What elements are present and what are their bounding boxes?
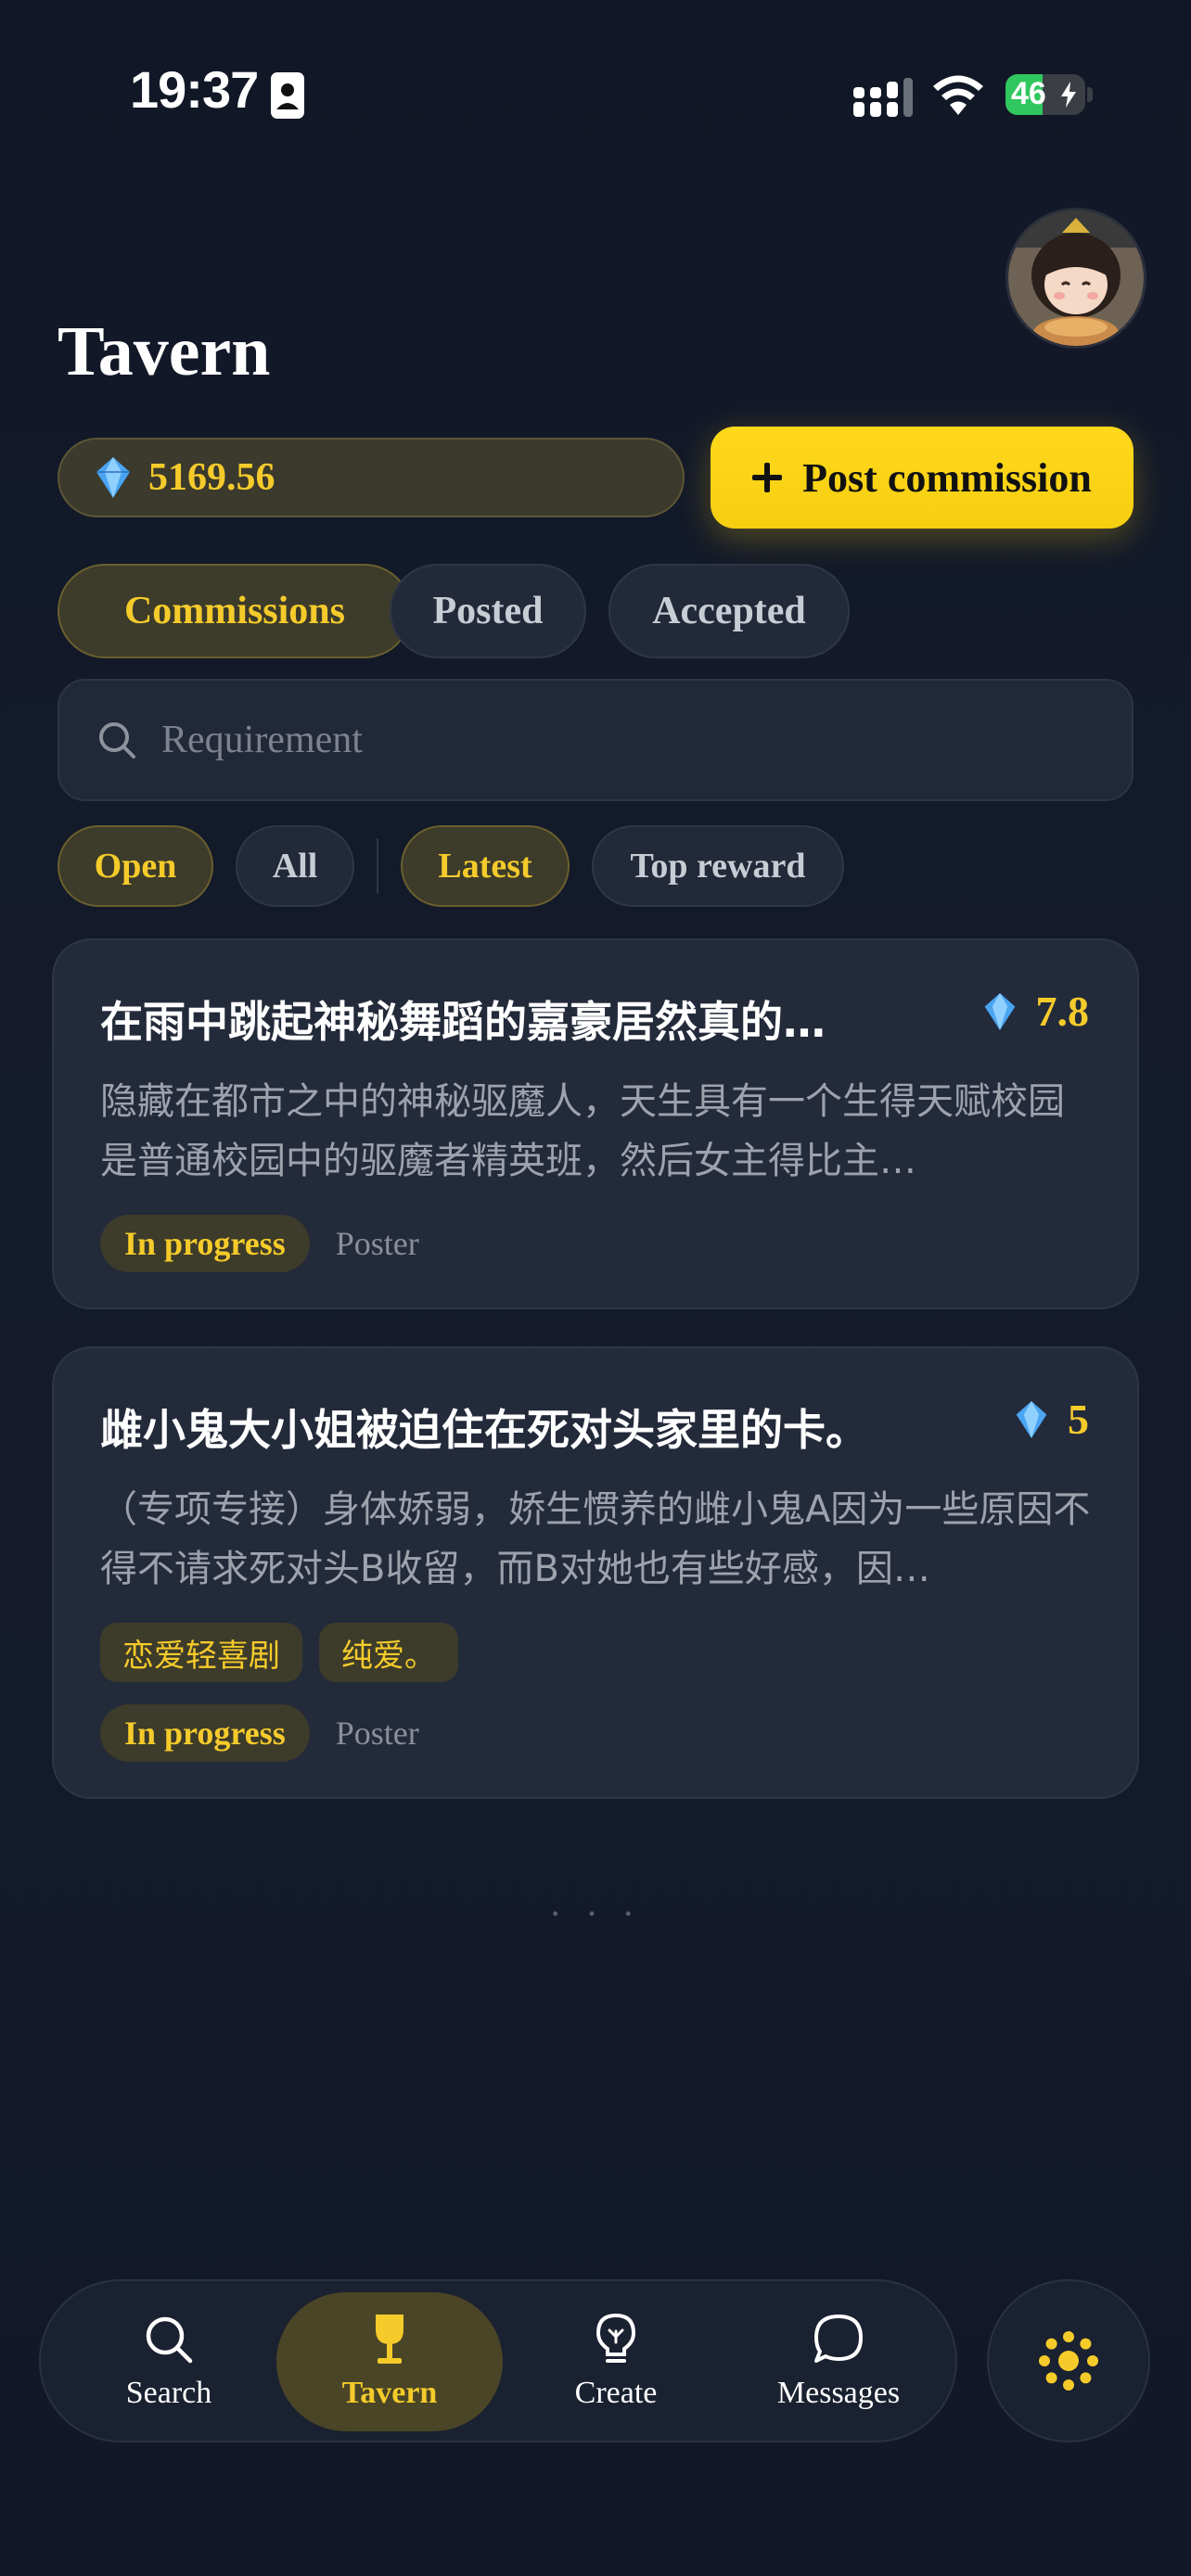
diamond-icon bbox=[96, 457, 130, 498]
load-more-indicator: · · · bbox=[549, 1893, 642, 1934]
nav-create-label: Create bbox=[574, 2376, 658, 2410]
post-commission-button[interactable]: Post commission bbox=[711, 427, 1133, 529]
gem-balance[interactable]: 5169.56 bbox=[58, 438, 685, 517]
charging-bolt-icon bbox=[1061, 82, 1076, 108]
filter-open[interactable]: Open bbox=[58, 825, 213, 907]
battery-indicator: 46 bbox=[1005, 74, 1085, 115]
genre-tag: 恋爱轻喜剧 bbox=[100, 1623, 302, 1682]
bottom-navigation: Search Tavern Create Messages bbox=[39, 2279, 957, 2442]
status-badge: In progress bbox=[100, 1215, 310, 1272]
wifi-icon bbox=[933, 75, 983, 115]
tab-commissions[interactable]: Commissions bbox=[58, 564, 412, 658]
diamond-icon bbox=[984, 992, 1015, 1030]
goblet-icon bbox=[376, 2315, 403, 2364]
battery-cap bbox=[1087, 87, 1093, 102]
reward-value: 7.8 bbox=[1035, 988, 1090, 1035]
commission-reward: 5 bbox=[1016, 1395, 1089, 1444]
poster-label: Poster bbox=[335, 1715, 419, 1752]
tab-posted[interactable]: Posted bbox=[390, 564, 586, 658]
floating-action-button[interactable] bbox=[987, 2279, 1150, 2442]
commission-title: 在雨中跳起神秘舞蹈的嘉豪居然真的… bbox=[100, 997, 826, 1047]
battery-percent: 46 bbox=[1011, 76, 1046, 111]
clock-time: 19:37 bbox=[130, 60, 259, 119]
sort-top-reward[interactable]: Top reward bbox=[592, 825, 844, 907]
genre-tag: 纯爱。 bbox=[319, 1623, 458, 1682]
nav-create[interactable]: Create bbox=[503, 2292, 729, 2431]
contact-card-icon bbox=[271, 72, 304, 119]
plus-icon bbox=[752, 463, 783, 492]
post-commission-label: Post commission bbox=[802, 454, 1092, 501]
sort-latest[interactable]: Latest bbox=[401, 825, 570, 907]
commission-reward: 7.8 bbox=[984, 987, 1090, 1036]
poster-label: Poster bbox=[335, 1225, 419, 1262]
nav-messages[interactable]: Messages bbox=[725, 2292, 952, 2431]
lightbulb-icon bbox=[596, 2313, 636, 2363]
balance-value: 5169.56 bbox=[148, 456, 275, 499]
tag-row: 恋爱轻喜剧 纯爱。 bbox=[100, 1623, 458, 1682]
commission-description: （专项专接）身体娇弱，娇生惯养的雌小鬼A因为一些原因不得不请求死对头B收留，而B… bbox=[100, 1488, 1091, 1590]
status-badge: In progress bbox=[100, 1704, 310, 1762]
cellular-signal-icon bbox=[853, 78, 913, 117]
commission-card[interactable]: 雌小鬼大小姐被迫住在死对头家里的卡。 5 （专项专接）身体娇弱，娇生惯养的雌小鬼… bbox=[52, 1346, 1139, 1799]
filter-all[interactable]: All bbox=[236, 825, 354, 907]
search-bar[interactable] bbox=[58, 679, 1133, 801]
commission-card[interactable]: 在雨中跳起神秘舞蹈的嘉豪居然真的… 7.8 隐藏在都市之中的神秘驱魔人，天生具有… bbox=[52, 938, 1139, 1309]
avatar-illustration bbox=[1008, 210, 1144, 346]
search-icon bbox=[146, 2316, 193, 2364]
nav-tavern[interactable]: Tavern bbox=[276, 2292, 503, 2431]
tab-accepted[interactable]: Accepted bbox=[608, 564, 850, 658]
user-avatar[interactable] bbox=[1005, 208, 1146, 349]
status-row: In progress Poster bbox=[100, 1215, 419, 1272]
nav-search-label: Search bbox=[125, 2376, 212, 2410]
search-input[interactable] bbox=[161, 718, 996, 762]
nav-tavern-label: Tavern bbox=[341, 2376, 438, 2410]
page-title: Tavern bbox=[58, 312, 271, 390]
search-icon bbox=[99, 722, 135, 759]
diamond-icon bbox=[1016, 1400, 1047, 1438]
commission-title: 雌小鬼大小姐被迫住在死对头家里的卡。 bbox=[100, 1405, 868, 1455]
chat-bubble-icon bbox=[814, 2315, 863, 2363]
nav-search[interactable]: Search bbox=[56, 2292, 282, 2431]
commission-description: 隐藏在都市之中的神秘驱魔人，天生具有一个生得天赋校园是普通校园中的驱魔者精英班，… bbox=[100, 1080, 1065, 1182]
sun-flower-icon bbox=[1039, 2331, 1098, 2391]
status-row: In progress Poster bbox=[100, 1704, 419, 1762]
filter-divider bbox=[377, 838, 378, 894]
nav-messages-label: Messages bbox=[776, 2376, 901, 2410]
status-bar: 19:37 46 bbox=[0, 0, 1191, 185]
reward-value: 5 bbox=[1068, 1396, 1089, 1443]
